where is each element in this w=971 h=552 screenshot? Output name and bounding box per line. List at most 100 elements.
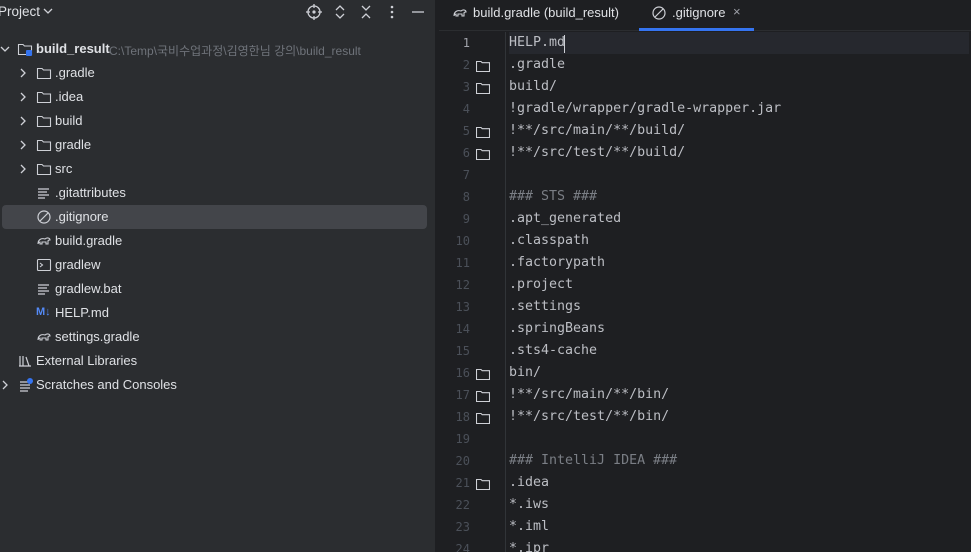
- code-line: .gradle: [509, 57, 566, 72]
- folder-icon: [475, 390, 491, 403]
- tree-item-label: .gitattributes: [55, 185, 126, 200]
- folder-icon: [36, 161, 52, 177]
- chevron-down-icon[interactable]: [0, 43, 11, 55]
- editor-tab-bar: build.gradle (build_result) .gitignore ×: [439, 0, 971, 31]
- tree-item-dot-gradle[interactable]: .gradle: [0, 61, 435, 85]
- editor-gutter[interactable]: 1 2 3 4 5 6 7 8 9 10 11 12 13 14 15 16 17 18 19 20 21 22 23 24: [439, 32, 506, 552]
- code-line: !**/src/main/**/bin/: [509, 387, 670, 402]
- ignore-file-icon: [651, 5, 667, 21]
- tree-external-libraries[interactable]: External Libraries: [0, 349, 435, 373]
- tree-item-label: gradle: [55, 137, 92, 152]
- collapse-all-icon[interactable]: [357, 3, 375, 21]
- line-number: 13: [455, 300, 470, 314]
- line-number: 21: [455, 476, 470, 490]
- code-line: ### STS ###: [509, 189, 598, 204]
- gradle-elephant-icon: [452, 5, 468, 21]
- folder-icon: [36, 89, 52, 105]
- chevron-right-icon[interactable]: [17, 115, 29, 127]
- tree-item-src[interactable]: src: [0, 157, 435, 181]
- tree-item-build[interactable]: build: [0, 109, 435, 133]
- tree-root-build-result[interactable]: build_result C:\Temp\국비수업과정\김영한님 강의\buil…: [0, 37, 435, 61]
- project-view-selector[interactable]: Project: [0, 4, 40, 19]
- shell-script-icon: [36, 257, 52, 273]
- ignore-file-icon: [36, 209, 52, 225]
- tree-item-help-md[interactable]: M↓ HELP.md: [0, 301, 435, 325]
- code-line: build/: [509, 79, 558, 94]
- code-line: ### IntelliJ IDEA ###: [509, 453, 678, 468]
- line-number: 19: [455, 432, 470, 446]
- line-number: 4: [462, 102, 470, 116]
- text-file-icon: [36, 281, 52, 297]
- tree-item-gradlew-bat[interactable]: gradlew.bat: [0, 277, 435, 301]
- project-panel-header: Project: [0, 0, 435, 26]
- module-folder-icon: [17, 41, 33, 57]
- minimize-icon[interactable]: [409, 3, 427, 21]
- line-number: 16: [455, 366, 470, 380]
- tree-item-dot-idea[interactable]: .idea: [0, 85, 435, 109]
- folder-icon: [475, 126, 491, 139]
- ide-window: Project build_result C:\Temp\국비수업과정\김영한님…: [0, 0, 971, 552]
- line-number: 24: [455, 542, 470, 552]
- gutter-divider: [505, 32, 506, 552]
- code-line: .project: [509, 277, 574, 292]
- tree-item-gradlew[interactable]: gradlew: [0, 253, 435, 277]
- line-number: 9: [462, 212, 470, 226]
- tab-gitignore[interactable]: .gitignore ×: [639, 0, 754, 31]
- more-options-icon[interactable]: [383, 3, 401, 21]
- code-line: *.ipr: [509, 541, 550, 552]
- line-number: 14: [455, 322, 470, 336]
- folder-icon: [475, 368, 491, 381]
- project-tool-window: Project build_result C:\Temp\국비수업과정\김영한님…: [0, 0, 435, 552]
- library-icon: [18, 353, 34, 369]
- chevron-right-icon[interactable]: [17, 91, 29, 103]
- tree-item-settings-gradle[interactable]: settings.gradle: [0, 325, 435, 349]
- line-number: 15: [455, 344, 470, 358]
- code-line: .classpath: [509, 233, 590, 248]
- line-number: 12: [455, 278, 470, 292]
- folder-icon: [475, 478, 491, 491]
- tree-item-label: HELP.md: [55, 305, 109, 320]
- folder-icon: [36, 65, 52, 81]
- locate-icon[interactable]: [305, 3, 323, 21]
- folder-icon: [36, 137, 52, 153]
- code-line: .apt_generated: [509, 211, 622, 226]
- tree-item-label: build.gradle: [55, 233, 123, 248]
- code-line: .springBeans: [509, 321, 606, 336]
- tree-item-build-gradle[interactable]: build.gradle: [0, 229, 435, 253]
- tree-scratches-consoles[interactable]: Scratches and Consoles: [0, 373, 435, 397]
- code-area[interactable]: HELP.md .gradle build/ !gradle/wrapper/grad…: [509, 32, 969, 552]
- code-line: !**/src/main/**/build/: [509, 123, 686, 138]
- code-line: .sts4-cache: [509, 343, 598, 358]
- chevron-right-icon[interactable]: [0, 379, 11, 391]
- scratches-icon: [18, 377, 34, 393]
- chevron-right-icon[interactable]: [17, 139, 29, 151]
- tree-item-label: src: [55, 161, 73, 176]
- external-libraries-label: External Libraries: [36, 353, 138, 368]
- current-line-highlight: [509, 32, 969, 54]
- tree-item-label: build: [55, 113, 83, 128]
- markdown-icon: M↓: [36, 306, 51, 318]
- line-number: 2: [462, 58, 470, 72]
- tree-item-dot-gitignore[interactable]: .gitignore: [0, 205, 435, 229]
- tree-item-label: .gitignore: [55, 209, 109, 224]
- tab-label: build.gradle (build_result): [473, 5, 619, 20]
- code-line: .idea: [509, 475, 550, 490]
- tab-build-gradle[interactable]: build.gradle (build_result): [451, 0, 631, 31]
- line-number: 8: [462, 190, 470, 204]
- code-line: *.iws: [509, 497, 550, 512]
- code-line: .factorypath: [509, 255, 606, 270]
- active-tab-indicator: [639, 28, 754, 31]
- line-number: 5: [462, 124, 470, 138]
- chevron-right-icon[interactable]: [17, 67, 29, 79]
- folder-icon: [475, 412, 491, 425]
- line-number: 3: [462, 80, 470, 94]
- expand-selected-icon[interactable]: [331, 3, 349, 21]
- tree-item-dot-gitattributes[interactable]: .gitattributes: [0, 181, 435, 205]
- tree-item-gradle[interactable]: gradle: [0, 133, 435, 157]
- line-number: 6: [462, 146, 470, 160]
- chevron-right-icon[interactable]: [17, 163, 29, 175]
- chevron-down-icon[interactable]: [42, 3, 54, 22]
- code-line: !**/src/test/**/bin/: [509, 409, 670, 424]
- close-tab-icon[interactable]: ×: [733, 4, 741, 19]
- folder-icon: [475, 82, 491, 95]
